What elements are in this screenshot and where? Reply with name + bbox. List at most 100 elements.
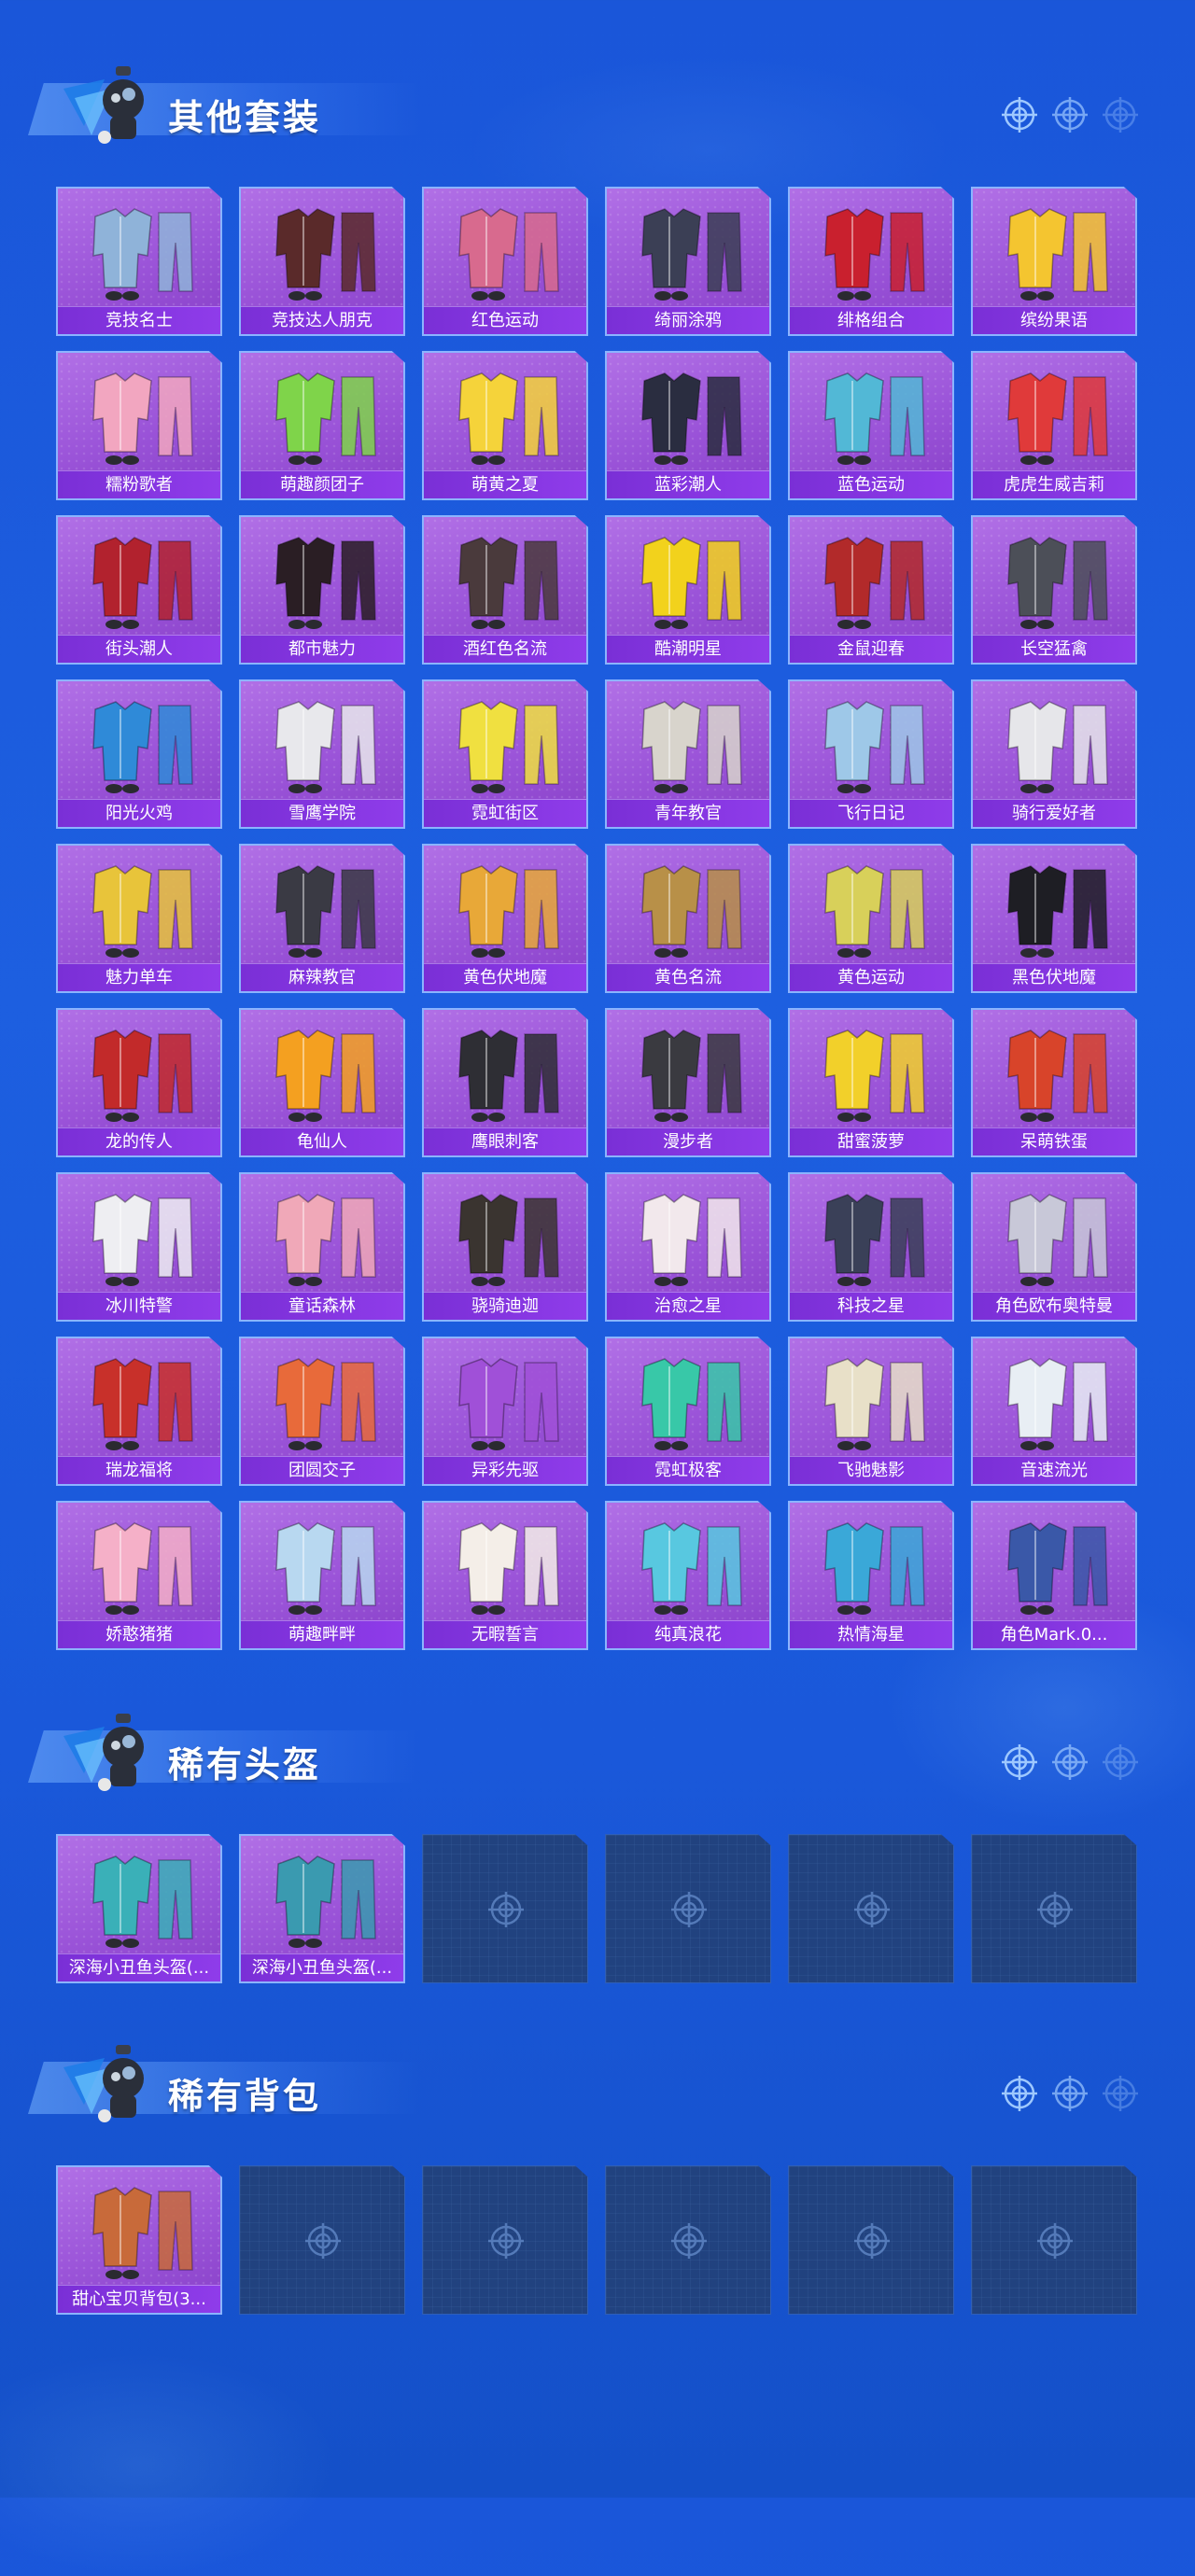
outfit-thumbnail <box>824 1358 925 1450</box>
outfit-card[interactable]: 科技之星 <box>788 1172 954 1322</box>
outfit-card[interactable]: 萌趣颜团子 <box>239 351 405 500</box>
outfit-card[interactable]: 飞行日记 <box>788 679 954 829</box>
outfit-card[interactable]: 酷潮明星 <box>605 515 771 665</box>
outfit-card[interactable]: 飞驰魅影 <box>788 1337 954 1486</box>
outfit-card[interactable]: 雪鹰学院 <box>239 679 405 829</box>
outfit-card[interactable]: 黄色伏地魔 <box>422 844 588 993</box>
card-label: 霓虹街区 <box>424 799 586 827</box>
outfit-card[interactable]: 冰川特警 <box>56 1172 222 1322</box>
outfit-card[interactable]: 鹰眼刺客 <box>422 1008 588 1157</box>
empty-slot <box>422 1834 588 1983</box>
card-label: 阳光火鸡 <box>58 799 220 827</box>
card-label: 蓝彩潮人 <box>607 470 769 498</box>
outfit-card[interactable]: 阳光火鸡 <box>56 679 222 829</box>
backpacks-grid: 甜心宝贝背包(3... <box>56 2165 1139 2315</box>
crosshair-icon <box>1103 97 1138 133</box>
card-label: 黄色运动 <box>790 963 952 991</box>
outfit-thumbnail <box>92 1855 193 1948</box>
card-label: 金鼠迎春 <box>790 635 952 663</box>
outfit-thumbnail <box>824 372 925 465</box>
card-label: 龙的传人 <box>58 1127 220 1155</box>
outfit-thumbnail <box>641 1358 742 1450</box>
outfit-thumbnail <box>92 2187 193 2279</box>
outfit-card[interactable]: 团圆交子 <box>239 1337 405 1486</box>
outfit-card[interactable]: 萌趣畔畔 <box>239 1501 405 1650</box>
outfit-thumbnail <box>92 372 193 465</box>
card-label: 冰川特警 <box>58 1292 220 1320</box>
outfit-card[interactable]: 青年教官 <box>605 679 771 829</box>
outfit-card[interactable]: 黑色伏地魔 <box>971 844 1137 993</box>
card-label: 萌趣畔畔 <box>241 1620 403 1648</box>
outfit-card[interactable]: 红色运动 <box>422 187 588 336</box>
outfit-card[interactable]: 音速流光 <box>971 1337 1137 1486</box>
mascot-icon <box>63 66 144 144</box>
outfit-thumbnail <box>92 1522 193 1615</box>
outfit-thumbnail <box>92 1358 193 1450</box>
card-label: 虎虎生威吉莉 <box>973 470 1135 498</box>
outfit-thumbnail <box>92 865 193 958</box>
outfit-card[interactable]: 娇憨猪猪 <box>56 1501 222 1650</box>
outfit-card[interactable]: 霓虹街区 <box>422 679 588 829</box>
outfit-card[interactable]: 绮丽涂鸦 <box>605 187 771 336</box>
helmets-grid: 深海小丑鱼头盔(... 深海小丑鱼头盔(... <box>56 1834 1139 1983</box>
outfit-card[interactable]: 无暇誓言 <box>422 1501 588 1650</box>
outfit-card[interactable]: 漫步者 <box>605 1008 771 1157</box>
outfit-card[interactable]: 骑行爱好者 <box>971 679 1137 829</box>
outfit-card[interactable]: 街头潮人 <box>56 515 222 665</box>
outfit-card[interactable]: 糯粉歌者 <box>56 351 222 500</box>
header-targets <box>1001 1743 1139 1781</box>
outfit-thumbnail <box>458 537 559 629</box>
crosshair-icon <box>1052 97 1088 133</box>
outfit-card[interactable]: 龙的传人 <box>56 1008 222 1157</box>
outfit-card[interactable]: 角色欧布奥特曼 <box>971 1172 1137 1322</box>
outfit-thumbnail <box>824 1194 925 1286</box>
outfit-thumbnail <box>1007 537 1108 629</box>
outfit-card[interactable]: 虎虎生威吉莉 <box>971 351 1137 500</box>
outfit-card[interactable]: 酒红色名流 <box>422 515 588 665</box>
outfit-card[interactable]: 骁骑迪迦 <box>422 1172 588 1322</box>
outfit-card[interactable]: 纯真浪花 <box>605 1501 771 1650</box>
card-label: 甜心宝贝背包(3... <box>58 2285 220 2313</box>
card-label: 无暇誓言 <box>424 1620 586 1648</box>
card-label: 蓝色运动 <box>790 470 952 498</box>
outfit-card[interactable]: 热情海星 <box>788 1501 954 1650</box>
outfit-card[interactable]: 童话森林 <box>239 1172 405 1322</box>
outfit-card[interactable]: 深海小丑鱼头盔(... <box>56 1834 222 1983</box>
outfit-thumbnail <box>641 208 742 301</box>
outfit-card[interactable]: 霓虹极客 <box>605 1337 771 1486</box>
outfit-card[interactable]: 缤纷果语 <box>971 187 1137 336</box>
card-label: 绯格组合 <box>790 306 952 334</box>
outfit-card[interactable]: 金鼠迎春 <box>788 515 954 665</box>
outfit-card[interactable]: 治愈之星 <box>605 1172 771 1322</box>
outfit-card[interactable]: 角色Mark.0... <box>971 1501 1137 1650</box>
outfit-card[interactable]: 竞技达人朋克 <box>239 187 405 336</box>
outfit-thumbnail <box>824 537 925 629</box>
outfit-card[interactable]: 竞技名士 <box>56 187 222 336</box>
outfit-card[interactable]: 蓝彩潮人 <box>605 351 771 500</box>
crosshair-icon <box>1052 2076 1088 2111</box>
card-label: 黑色伏地魔 <box>973 963 1135 991</box>
outfit-card[interactable]: 绯格组合 <box>788 187 954 336</box>
outfit-card[interactable]: 萌黄之夏 <box>422 351 588 500</box>
outfit-card[interactable]: 黄色名流 <box>605 844 771 993</box>
outfit-card[interactable]: 呆萌铁蛋 <box>971 1008 1137 1157</box>
outfit-card[interactable]: 瑞龙福将 <box>56 1337 222 1486</box>
outfit-card[interactable]: 深海小丑鱼头盔(... <box>239 1834 405 1983</box>
outfit-card[interactable]: 麻辣教官 <box>239 844 405 993</box>
outfit-thumbnail <box>92 701 193 793</box>
card-label: 红色运动 <box>424 306 586 334</box>
outfit-card[interactable]: 龟仙人 <box>239 1008 405 1157</box>
crosshair-icon <box>1103 2076 1138 2111</box>
outfit-card[interactable]: 黄色运动 <box>788 844 954 993</box>
outfit-thumbnail <box>275 1194 376 1286</box>
outfit-card[interactable]: 魅力单车 <box>56 844 222 993</box>
crosshair-icon <box>671 2223 707 2259</box>
outfit-card[interactable]: 长空猛禽 <box>971 515 1137 665</box>
outfit-card[interactable]: 都市魅力 <box>239 515 405 665</box>
outfit-card[interactable]: 蓝色运动 <box>788 351 954 500</box>
outfit-card[interactable]: 异彩先驱 <box>422 1337 588 1486</box>
outfit-card[interactable]: 甜蜜菠萝 <box>788 1008 954 1157</box>
card-label: 龟仙人 <box>241 1127 403 1155</box>
outfit-thumbnail <box>641 1522 742 1615</box>
outfit-card[interactable]: 甜心宝贝背包(3... <box>56 2165 222 2315</box>
